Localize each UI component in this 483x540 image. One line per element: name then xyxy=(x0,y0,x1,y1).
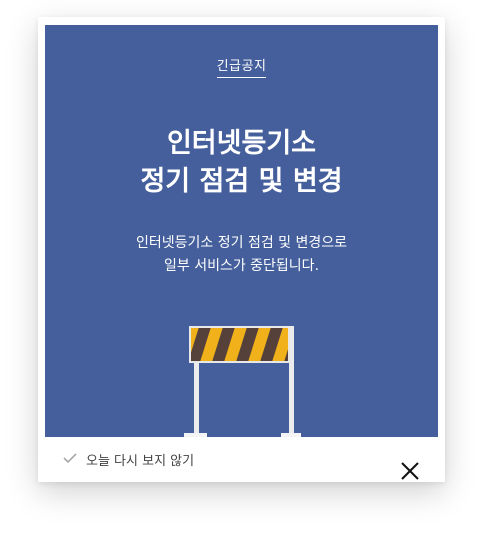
notice-desc-line1: 인터넷등기소 정기 점검 및 변경으로 xyxy=(136,235,347,251)
dont-show-today-label[interactable]: 오늘 다시 보지 않기 xyxy=(86,450,194,469)
notice-tag-label: 긴급공지 xyxy=(216,55,267,78)
road-barrier-icon xyxy=(183,326,303,437)
notice-banner: 긴급공지 인터넷등기소 정기 점검 및 변경 인터넷등기소 정기 점검 및 변경… xyxy=(45,25,438,437)
notice-desc-line2: 일부 서비스가 중단됩니다. xyxy=(163,258,320,274)
notice-title-line1: 인터넷등기소 xyxy=(166,128,317,159)
close-icon[interactable] xyxy=(400,461,420,481)
notice-title: 인터넷등기소 정기 점검 및 변경 xyxy=(45,125,438,201)
notice-title-line2: 정기 점검 및 변경 xyxy=(140,166,343,197)
checkmark-icon[interactable] xyxy=(62,450,78,466)
notice-popup: 긴급공지 인터넷등기소 정기 점검 및 변경 인터넷등기소 정기 점검 및 변경… xyxy=(38,17,445,482)
popup-footer: 오늘 다시 보지 않기 xyxy=(38,437,445,482)
notice-tag: 긴급공지 xyxy=(45,55,438,78)
notice-description: 인터넷등기소 정기 점검 및 변경으로 일부 서비스가 중단됩니다. xyxy=(45,232,438,278)
